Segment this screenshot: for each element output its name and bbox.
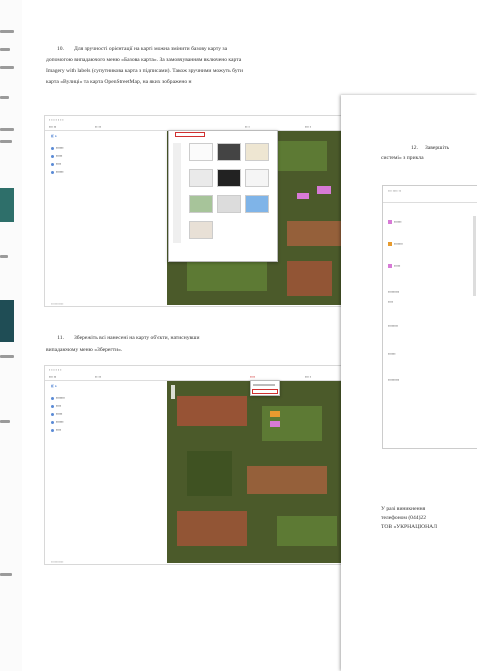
list-item: ▪▪▪▪ [388,300,393,304]
step-12-line-2: системі» з прикла [381,155,424,161]
basemap-thumb[interactable] [245,169,269,187]
save-as-option[interactable] [252,389,278,394]
step-10-line-4: карта «Вулиці» та карта OpenStreetMap, н… [46,79,192,85]
list-item: ▪▪▪▪▪▪ [388,220,401,225]
basemap-thumb[interactable] [189,195,213,213]
save-dropdown[interactable] [250,380,280,396]
sidebar-item: ▪▪▪▪▪▪ [51,146,63,150]
sidebar-item: ▪▪▪▪ [51,162,61,166]
sidebar-item: ▪▪▪▪▪▪ [51,170,63,174]
sidebar-item: ▪▪▪▪▪ [51,412,62,416]
toolbar-item: ▪▪▪ ▪ [305,375,311,379]
sidebar-item: ▪▪▪▪▪▪ [51,420,63,424]
basemap-thumb[interactable] [189,221,213,239]
basemap-thumb[interactable] [189,169,213,187]
basemap-thumb[interactable] [189,143,213,161]
basemap-menu-highlight [175,132,205,137]
submission-screenshot: ▪▪▪ ▪▪▪▪ ▪▪ ▪▪▪▪▪▪ ▪▪▪▪▪▪▪ ▪▪▪▪▪ ▪▪▪▪▪▪▪… [382,185,477,449]
sidebar-footer: ▪▪▪▪▪▪▪▪▪▪ [51,560,64,564]
step-11-line-2: випадаючому меню «Зберегти». [46,347,123,353]
toolbar-item: ▪▪ ▪▪ [95,125,101,129]
toolbar-item: ▪▪▪ ▪▪ [49,125,57,129]
step-10-paragraph: 10. Для зручності орієнтації на карті мож… [26,44,227,55]
basemap-thumb[interactable] [245,143,269,161]
gallery-scrollbar[interactable] [173,143,181,243]
step-10-line-2: допомогою випадаючого меню «Базова карта… [46,57,242,63]
footer-line-3: ТОВ «УКРНАЦІОНАЛ [381,524,438,530]
footer-line-1: У разі виникнення [381,506,426,512]
step-12-line-1: 12. Завершіть [411,145,450,151]
step-11-number: 11. [57,335,64,341]
list-item: ▪▪▪▪▪ [388,264,400,269]
list-item: ▪▪▪▪▪▪▪▪▪ [388,290,400,294]
step-11-line-1: Збережіть всі нанесені на карту об'єкти,… [74,335,200,341]
basemap-thumb[interactable] [217,143,241,161]
basemap-gallery-dropdown[interactable] [168,130,278,262]
sidebar-item: ◧ ▸ [51,134,58,138]
toolbar-item: ▪▪ ▪ [245,125,250,129]
basemap-thumb[interactable] [217,195,241,213]
save-screenshot: ▪ ▪ ▪ ▪ ▪ ▪ ▪▪▪ ▪▪ ▪▪ ▪▪ ▪▪▪▪ ▪▪▪ ▪ ◧ ▸ … [44,365,364,565]
satellite-map [167,381,362,563]
save-menu-highlight: ▪▪▪▪ [250,375,255,379]
document-page-2: 12. Завершіть системі» з прикла ▪▪▪ ▪▪▪▪… [341,95,477,671]
sidebar-item: ▪▪▪▪ [51,404,61,408]
list-item: ▪▪▪▪▪▪▪▪ [388,324,398,328]
screenshot-breadcrumb: ▪ ▪ ▪ ▪ ▪ ▪ ▪ [49,118,64,122]
screenshot-breadcrumb: ▪▪▪ ▪▪▪▪ ▪▪ [388,189,402,193]
list-item: ▪▪▪▪▪▪ [388,352,396,356]
footer-line-2: телефоном (044)22 [381,515,427,521]
step-11-paragraph: 11. Збережіть всі нанесені на карту об'єк… [26,333,199,344]
toolbar-item: ▪▪▪ ▪▪ [49,375,57,379]
step-10-line-3: Imagery with labels (супутникова карта з… [46,68,243,74]
background-page-strip [0,0,22,671]
list-item: ▪▪▪▪▪▪▪ [388,242,403,247]
sidebar-item: ▪▪▪▪▪▪▪ [51,396,65,400]
sidebar-item: ▪▪▪▪ [51,428,61,432]
screenshot-breadcrumb: ▪ ▪ ▪ ▪ ▪ ▪ [49,368,62,372]
basemap-thumb[interactable] [217,169,241,187]
sidebar-item: ▪▪▪▪▪ [51,154,62,158]
sidebar-footer: ▪▪▪▪▪▪▪▪▪▪ [51,302,64,306]
layers-sidebar: ◧ ▸ ▪▪▪▪▪▪▪ ▪▪▪▪ ▪▪▪▪▪ ▪▪▪▪▪▪ ▪▪▪▪ ▪▪▪▪▪… [47,382,137,564]
basemap-screenshot: ▪ ▪ ▪ ▪ ▪ ▪ ▪ ▪▪▪ ▪▪ ▪▪ ▪▪ ▪▪ ▪ ▪▪▪ ▪ ◧ … [44,115,364,307]
sidebar-item: ◧ ▸ [51,384,58,388]
toolbar-item: ▪▪ ▪▪ [95,375,101,379]
toolbar-item: ▪▪▪ ▪ [305,125,311,129]
step-12-number: 12. [411,145,418,151]
screenshot-toolbar: ▪▪▪ ▪▪ ▪▪ ▪▪ ▪▪▪▪ ▪▪▪ ▪ [45,374,363,381]
layers-sidebar: ◧ ▸ ▪▪▪▪▪▪ ▪▪▪▪▪ ▪▪▪▪ ▪▪▪▪▪▪ ▪▪▪▪▪▪▪▪▪▪ [47,132,137,306]
list-scrollbar[interactable] [473,216,476,296]
step-10-line-1: Для зручності орієнтації на карті можна … [74,46,228,52]
basemap-thumb[interactable] [245,195,269,213]
step-10-number: 10. [57,46,64,52]
list-item: ▪▪▪▪▪▪▪▪▪ [388,378,400,382]
